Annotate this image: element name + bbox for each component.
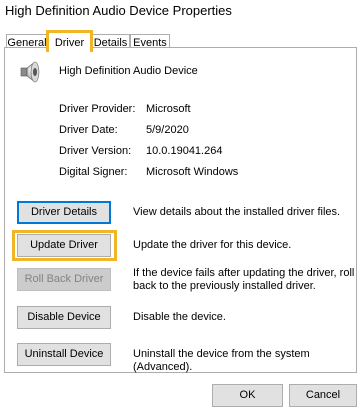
driver-date-value: 5/9/2020: [146, 124, 189, 136]
tab-driver[interactable]: Driver: [46, 30, 93, 52]
ok-button[interactable]: OK: [212, 384, 283, 407]
driver-provider-label: Driver Provider:: [59, 103, 136, 115]
driver-details-button[interactable]: Driver Details: [17, 201, 111, 224]
driver-version-value: 10.0.19041.264: [146, 145, 223, 157]
driver-provider-value: Microsoft: [146, 103, 191, 115]
update-driver-description: Update the driver for this device.: [133, 239, 292, 251]
uninstall-device-button[interactable]: Uninstall Device: [17, 343, 111, 366]
disable-device-button[interactable]: Disable Device: [17, 306, 111, 329]
device-name: High Definition Audio Device: [59, 65, 198, 77]
roll-back-driver-description: If the device fails after updating the d…: [133, 267, 355, 292]
driver-details-description: View details about the installed driver …: [133, 206, 341, 218]
update-driver-button[interactable]: Update Driver: [17, 234, 111, 257]
title-bar: High Definition Audio Device Properties: [0, 0, 362, 28]
roll-back-driver-button[interactable]: Roll Back Driver: [17, 268, 111, 291]
digital-signer-label: Digital Signer:: [59, 166, 128, 178]
uninstall-device-description: Uninstall the device from the system (Ad…: [133, 348, 310, 373]
speaker-icon: [19, 60, 43, 84]
window-title: High Definition Audio Device Properties: [5, 3, 232, 18]
driver-version-label: Driver Version:: [59, 145, 132, 157]
cancel-button[interactable]: Cancel: [289, 384, 357, 407]
disable-device-description: Disable the device.: [133, 311, 226, 323]
driver-date-label: Driver Date:: [59, 124, 118, 136]
digital-signer-value: Microsoft Windows: [146, 166, 239, 178]
